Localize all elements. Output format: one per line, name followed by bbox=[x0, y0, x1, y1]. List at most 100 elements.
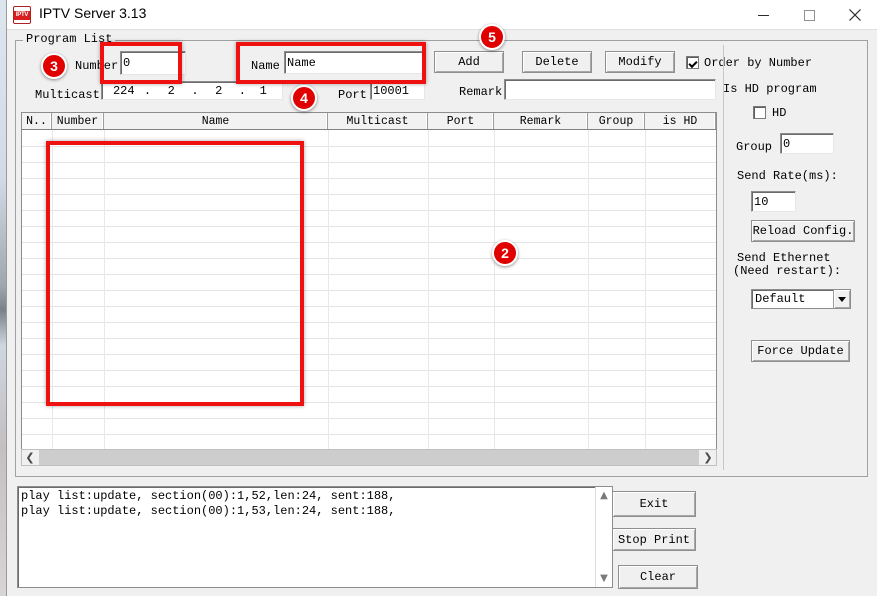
table-row[interactable] bbox=[22, 290, 717, 291]
group-input[interactable]: 0 bbox=[780, 133, 834, 154]
table-row[interactable] bbox=[22, 338, 717, 339]
table-row[interactable] bbox=[22, 210, 717, 211]
title-bar: IPTV IPTV Server 3.13 bbox=[7, 0, 877, 30]
order-by-number-checkbox[interactable] bbox=[686, 56, 699, 69]
iptv-logo-text: IPTV bbox=[14, 11, 30, 20]
app-root: IPTV IPTV Server 3.13 Program List Numbe… bbox=[0, 0, 877, 596]
delete-button[interactable]: Delete bbox=[522, 51, 592, 73]
log-line: play list:update, section(00):1,53,len:2… bbox=[21, 504, 591, 519]
table-header-group[interactable]: Group bbox=[588, 113, 645, 129]
send-rate-label: Send Rate(ms): bbox=[737, 169, 838, 183]
table-header-multicast[interactable]: Multicast bbox=[328, 113, 428, 129]
table-column-divider bbox=[645, 130, 646, 452]
exit-button[interactable]: Exit bbox=[612, 491, 696, 517]
hscroll-thumb[interactable] bbox=[39, 450, 699, 465]
send-rate-input-value: 10 bbox=[754, 195, 768, 209]
multicast-dot-1: . bbox=[144, 84, 152, 98]
delete-button-label: Delete bbox=[535, 55, 578, 69]
send-rate-input[interactable]: 10 bbox=[751, 191, 796, 212]
stop-print-button-label: Stop Print bbox=[618, 533, 690, 547]
clear-button-label: Clear bbox=[640, 570, 676, 584]
table-row[interactable] bbox=[22, 258, 717, 259]
force-update-button[interactable]: Force Update bbox=[751, 340, 850, 362]
port-input[interactable]: 10001 bbox=[370, 81, 425, 100]
table-row[interactable] bbox=[22, 242, 717, 243]
send-ethernet-label-line1: Send Ethernet bbox=[737, 251, 831, 265]
window-controls bbox=[740, 0, 877, 30]
table-row[interactable] bbox=[22, 386, 717, 387]
table-row[interactable] bbox=[22, 402, 717, 403]
remark-input[interactable] bbox=[504, 79, 716, 100]
table-row[interactable] bbox=[22, 194, 717, 195]
remark-label: Remark bbox=[459, 85, 502, 99]
table-row[interactable] bbox=[22, 274, 717, 275]
table-row[interactable] bbox=[22, 146, 717, 147]
minimize-icon[interactable] bbox=[740, 0, 786, 30]
main-window: IPTV IPTV Server 3.13 Program List Numbe… bbox=[6, 0, 877, 596]
multicast-octet-1: 224 bbox=[104, 84, 144, 98]
table-column-divider bbox=[328, 130, 329, 452]
table-row[interactable] bbox=[22, 226, 717, 227]
table-header-n[interactable]: N.. bbox=[22, 113, 52, 129]
multicast-dot-2: . bbox=[191, 84, 199, 98]
stop-print-button[interactable]: Stop Print bbox=[612, 528, 696, 551]
table-header-remark[interactable]: Remark bbox=[494, 113, 588, 129]
hd-checkbox[interactable] bbox=[753, 106, 766, 119]
log-output[interactable]: play list:update, section(00):1,52,len:2… bbox=[17, 486, 613, 588]
chevron-down-icon[interactable] bbox=[833, 290, 850, 308]
modify-button[interactable]: Modify bbox=[605, 51, 675, 73]
clear-button[interactable]: Clear bbox=[618, 565, 698, 589]
send-ethernet-label-line2: (Need restart): bbox=[733, 264, 841, 278]
exit-button-label: Exit bbox=[640, 497, 669, 511]
reload-config-label: Reload Config. bbox=[753, 224, 854, 238]
table-column-divider bbox=[494, 130, 495, 452]
window-title: IPTV Server 3.13 bbox=[39, 5, 146, 21]
port-label: Port bbox=[338, 88, 367, 102]
group-input-value: 0 bbox=[783, 137, 790, 151]
program-table[interactable]: N..NumberNameMulticastPortRemarkGroupis … bbox=[21, 112, 717, 452]
modify-button-label: Modify bbox=[618, 55, 661, 69]
table-header-port[interactable]: Port bbox=[428, 113, 494, 129]
table-row[interactable] bbox=[22, 434, 717, 435]
force-update-label: Force Update bbox=[757, 344, 843, 358]
table-row[interactable] bbox=[22, 418, 717, 419]
multicast-octet-3: 2 bbox=[199, 84, 239, 98]
table-row[interactable] bbox=[22, 354, 717, 355]
table-body[interactable] bbox=[22, 130, 716, 452]
table-row[interactable] bbox=[22, 162, 717, 163]
chevron-right-icon[interactable]: ❯ bbox=[700, 450, 716, 465]
multicast-octet-2: 2 bbox=[151, 84, 191, 98]
table-header-number[interactable]: Number bbox=[52, 113, 104, 129]
log-text: play list:update, section(00):1,52,len:2… bbox=[21, 489, 591, 519]
multicast-dot-3: . bbox=[238, 84, 246, 98]
add-button[interactable]: Add bbox=[434, 51, 504, 73]
ethernet-select[interactable]: Default bbox=[751, 289, 851, 309]
table-row[interactable] bbox=[22, 306, 717, 307]
table-row[interactable] bbox=[22, 178, 717, 179]
number-input[interactable]: 0 bbox=[120, 51, 186, 75]
table-column-divider bbox=[52, 130, 53, 452]
log-vertical-scrollbar[interactable]: ▲ ▼ bbox=[595, 487, 612, 587]
multicast-ip-input[interactable]: 224 . 2 . 2 . 1 bbox=[101, 81, 283, 100]
close-icon[interactable] bbox=[832, 0, 877, 30]
group-label: Group bbox=[736, 140, 772, 154]
name-input[interactable]: Name bbox=[284, 51, 425, 74]
program-list-legend: Program List bbox=[23, 32, 115, 46]
number-input-value: 0 bbox=[123, 56, 130, 70]
chevron-down-icon[interactable]: ▼ bbox=[596, 570, 612, 587]
table-row[interactable] bbox=[22, 370, 717, 371]
chevron-up-icon[interactable]: ▲ bbox=[596, 487, 612, 504]
reload-config-button[interactable]: Reload Config. bbox=[751, 220, 855, 242]
chevron-left-icon[interactable]: ❮ bbox=[22, 450, 38, 465]
table-column-divider bbox=[588, 130, 589, 452]
table-header-name[interactable]: Name bbox=[104, 113, 328, 129]
hd-checkbox-label: HD bbox=[772, 106, 786, 120]
table-row[interactable] bbox=[22, 322, 717, 323]
number-label: Number bbox=[75, 59, 118, 73]
ethernet-select-value: Default bbox=[752, 292, 833, 306]
table-horizontal-scrollbar[interactable]: ❮ ❯ bbox=[21, 449, 717, 466]
panel-divider bbox=[723, 45, 724, 470]
log-line: play list:update, section(00):1,52,len:2… bbox=[21, 489, 591, 504]
table-header-is-hd[interactable]: is HD bbox=[645, 113, 716, 129]
maximize-icon[interactable] bbox=[786, 0, 832, 30]
